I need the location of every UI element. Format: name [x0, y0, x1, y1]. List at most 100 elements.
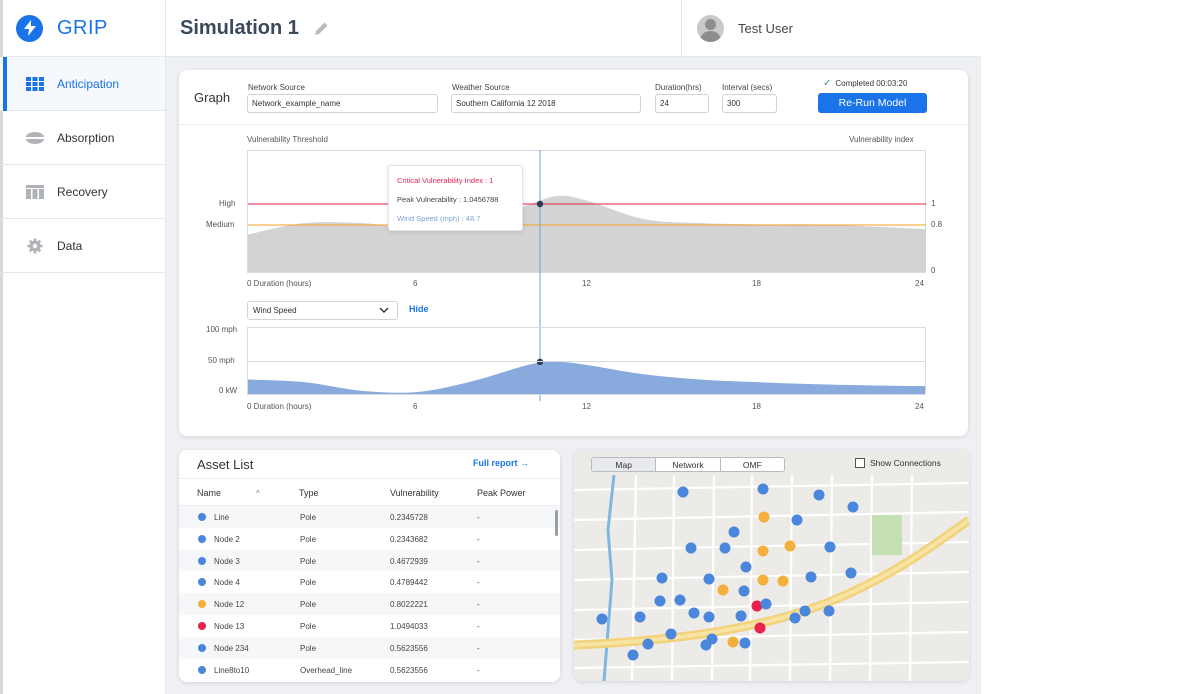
- header: Simulation 1 Test User: [166, 0, 981, 57]
- column-peak-power[interactable]: Peak Power: [477, 488, 526, 498]
- sidebar-item-label: Absorption: [57, 130, 115, 145]
- cell-type: Pole: [300, 621, 317, 631]
- checkbox[interactable]: [855, 458, 865, 468]
- gear-icon: [26, 238, 44, 254]
- wind-y-tick-0: 0 kW: [219, 386, 238, 395]
- sidebar-item-data[interactable]: Data: [0, 219, 165, 273]
- cell-name: Node 13: [214, 621, 245, 631]
- x-tick-6: 6: [413, 279, 418, 288]
- cell-name: Node 234: [214, 643, 249, 653]
- wind-x-tick-18: 18: [752, 402, 761, 411]
- table-row[interactable]: Line8to10 Overhead_line 0.5623556 -: [179, 659, 560, 681]
- cell-peak: -: [477, 513, 480, 522]
- chart-tooltip: Critical Vulnerability Index : 1 Peak Vu…: [388, 165, 523, 231]
- show-connections-toggle[interactable]: Show Connections: [855, 458, 941, 468]
- sidebar-item-anticipation[interactable]: Anticipation: [0, 57, 165, 111]
- table-row[interactable]: Node 2 Pole 0.2343682 -: [179, 528, 560, 550]
- page-title: Simulation 1: [180, 17, 299, 39]
- cell-peak: -: [477, 621, 480, 631]
- cell-type: Pole: [300, 556, 317, 566]
- table-row[interactable]: Node 4 Pole 0.4789442 -: [179, 571, 560, 593]
- cell-vulnerability: 0.5623556: [390, 665, 428, 675]
- recovery-icon: [26, 184, 44, 200]
- user-menu[interactable]: Test User: [681, 0, 981, 57]
- status-dot: [198, 621, 206, 630]
- column-type[interactable]: Type: [299, 488, 319, 498]
- graph-card: Graph Network Source Network_example_nam…: [179, 70, 968, 436]
- cell-type: Overhead_line: [300, 665, 353, 675]
- status-dot: [198, 578, 206, 587]
- cell-type: Pole: [300, 513, 317, 522]
- vulnerability-area: [248, 195, 926, 272]
- cell-name: Node 12: [214, 600, 245, 610]
- map-card[interactable]: Map Network OMF Show Connections: [574, 450, 969, 681]
- cell-peak: -: [477, 643, 480, 653]
- scrollbar-thumb[interactable]: [555, 510, 558, 536]
- hide-link[interactable]: Hide: [409, 304, 429, 314]
- cell-peak: -: [477, 665, 480, 675]
- avatar: [697, 15, 724, 42]
- cell-type: Pole: [300, 578, 317, 588]
- table-row[interactable]: Line Pole 0.2345728 -: [179, 506, 560, 528]
- show-connections-label: Show Connections: [870, 458, 941, 468]
- wind-speed-select[interactable]: Wind Speed: [247, 301, 398, 320]
- x-tick-12: 12: [582, 279, 591, 288]
- wind-y-tick-50: 50 mph: [208, 356, 235, 365]
- table-row[interactable]: Node 3 Pole 0.4672939 -: [179, 549, 560, 572]
- cell-name: Node 3: [214, 556, 240, 566]
- column-name[interactable]: Name: [197, 488, 221, 498]
- tab-omf[interactable]: OMF: [721, 458, 784, 471]
- map-canvas[interactable]: [574, 450, 969, 681]
- tab-network[interactable]: Network: [656, 458, 721, 471]
- status-dot: [198, 600, 206, 609]
- cell-name: Node 4: [214, 578, 240, 588]
- chevron-down-icon: [379, 305, 389, 317]
- status-dot: [198, 665, 206, 674]
- x-axis-first-label: 0 Duration (hours): [247, 279, 312, 288]
- sidebar-item-label: Recovery: [57, 184, 108, 199]
- absorption-icon: [26, 130, 44, 146]
- cell-peak: -: [477, 534, 480, 544]
- grid-icon: [26, 76, 44, 92]
- status-dot: [198, 534, 206, 543]
- wind-x-axis-first-label: 0 Duration (hours): [247, 402, 312, 411]
- sidebar-item-recovery[interactable]: Recovery: [0, 165, 165, 219]
- main-content: Graph Network Source Network_example_nam…: [166, 57, 981, 694]
- sidebar-item-label: Data: [57, 238, 83, 253]
- cell-type: Pole: [300, 643, 317, 653]
- wind-x-tick-24: 24: [915, 402, 924, 411]
- pencil-icon[interactable]: [314, 21, 329, 41]
- map-view-tabs: Map Network OMF: [591, 457, 785, 472]
- sidebar-item-absorption[interactable]: Absorption: [0, 111, 165, 165]
- cell-vulnerability: 0.4672939: [390, 556, 428, 566]
- cell-name: Line: [214, 513, 230, 522]
- cell-vulnerability: 0.4789442: [390, 578, 428, 588]
- cell-name: Line8to10: [214, 665, 250, 675]
- wind-gridline: [248, 361, 926, 362]
- sort-icon[interactable]: ^: [256, 489, 260, 498]
- cell-name: Node 2: [214, 534, 240, 544]
- cell-vulnerability: 1.0494033: [390, 621, 428, 631]
- table-row[interactable]: Node 13 Pole 1.0494033 -: [179, 615, 560, 637]
- table-row[interactable]: Node 234 Pole 0.5623556 -: [179, 636, 560, 659]
- user-name: Test User: [738, 21, 793, 36]
- cell-peak: -: [477, 556, 480, 566]
- cell-type: Pole: [300, 534, 317, 544]
- cell-type: Pole: [300, 600, 317, 610]
- status-dot: [198, 513, 206, 521]
- wind-x-tick-12: 12: [582, 402, 591, 411]
- tab-map[interactable]: Map: [592, 458, 657, 471]
- table-row[interactable]: Node 12 Pole 0.8022221 -: [179, 593, 560, 615]
- full-report-link[interactable]: Full report →: [473, 458, 529, 468]
- cell-peak: -: [477, 578, 480, 588]
- cell-peak: -: [477, 600, 480, 610]
- sidebar-item-label: Anticipation: [57, 76, 120, 91]
- asset-table-header: Name ^ Type Vulnerability Peak Power: [179, 478, 560, 506]
- wind-x-tick-6: 6: [413, 402, 418, 411]
- asset-table-body: Line Pole 0.2345728 - Node 2 Pole 0.2343…: [179, 506, 560, 680]
- brand[interactable]: GRIP: [0, 0, 165, 57]
- tooltip-critical: Critical Vulnerability Index : 1: [397, 176, 494, 185]
- column-vulnerability[interactable]: Vulnerability: [390, 488, 439, 498]
- sidebar: GRIP Anticipation Absorption Recovery Da…: [0, 0, 166, 694]
- wind-y-tick-100: 100 mph: [206, 325, 238, 334]
